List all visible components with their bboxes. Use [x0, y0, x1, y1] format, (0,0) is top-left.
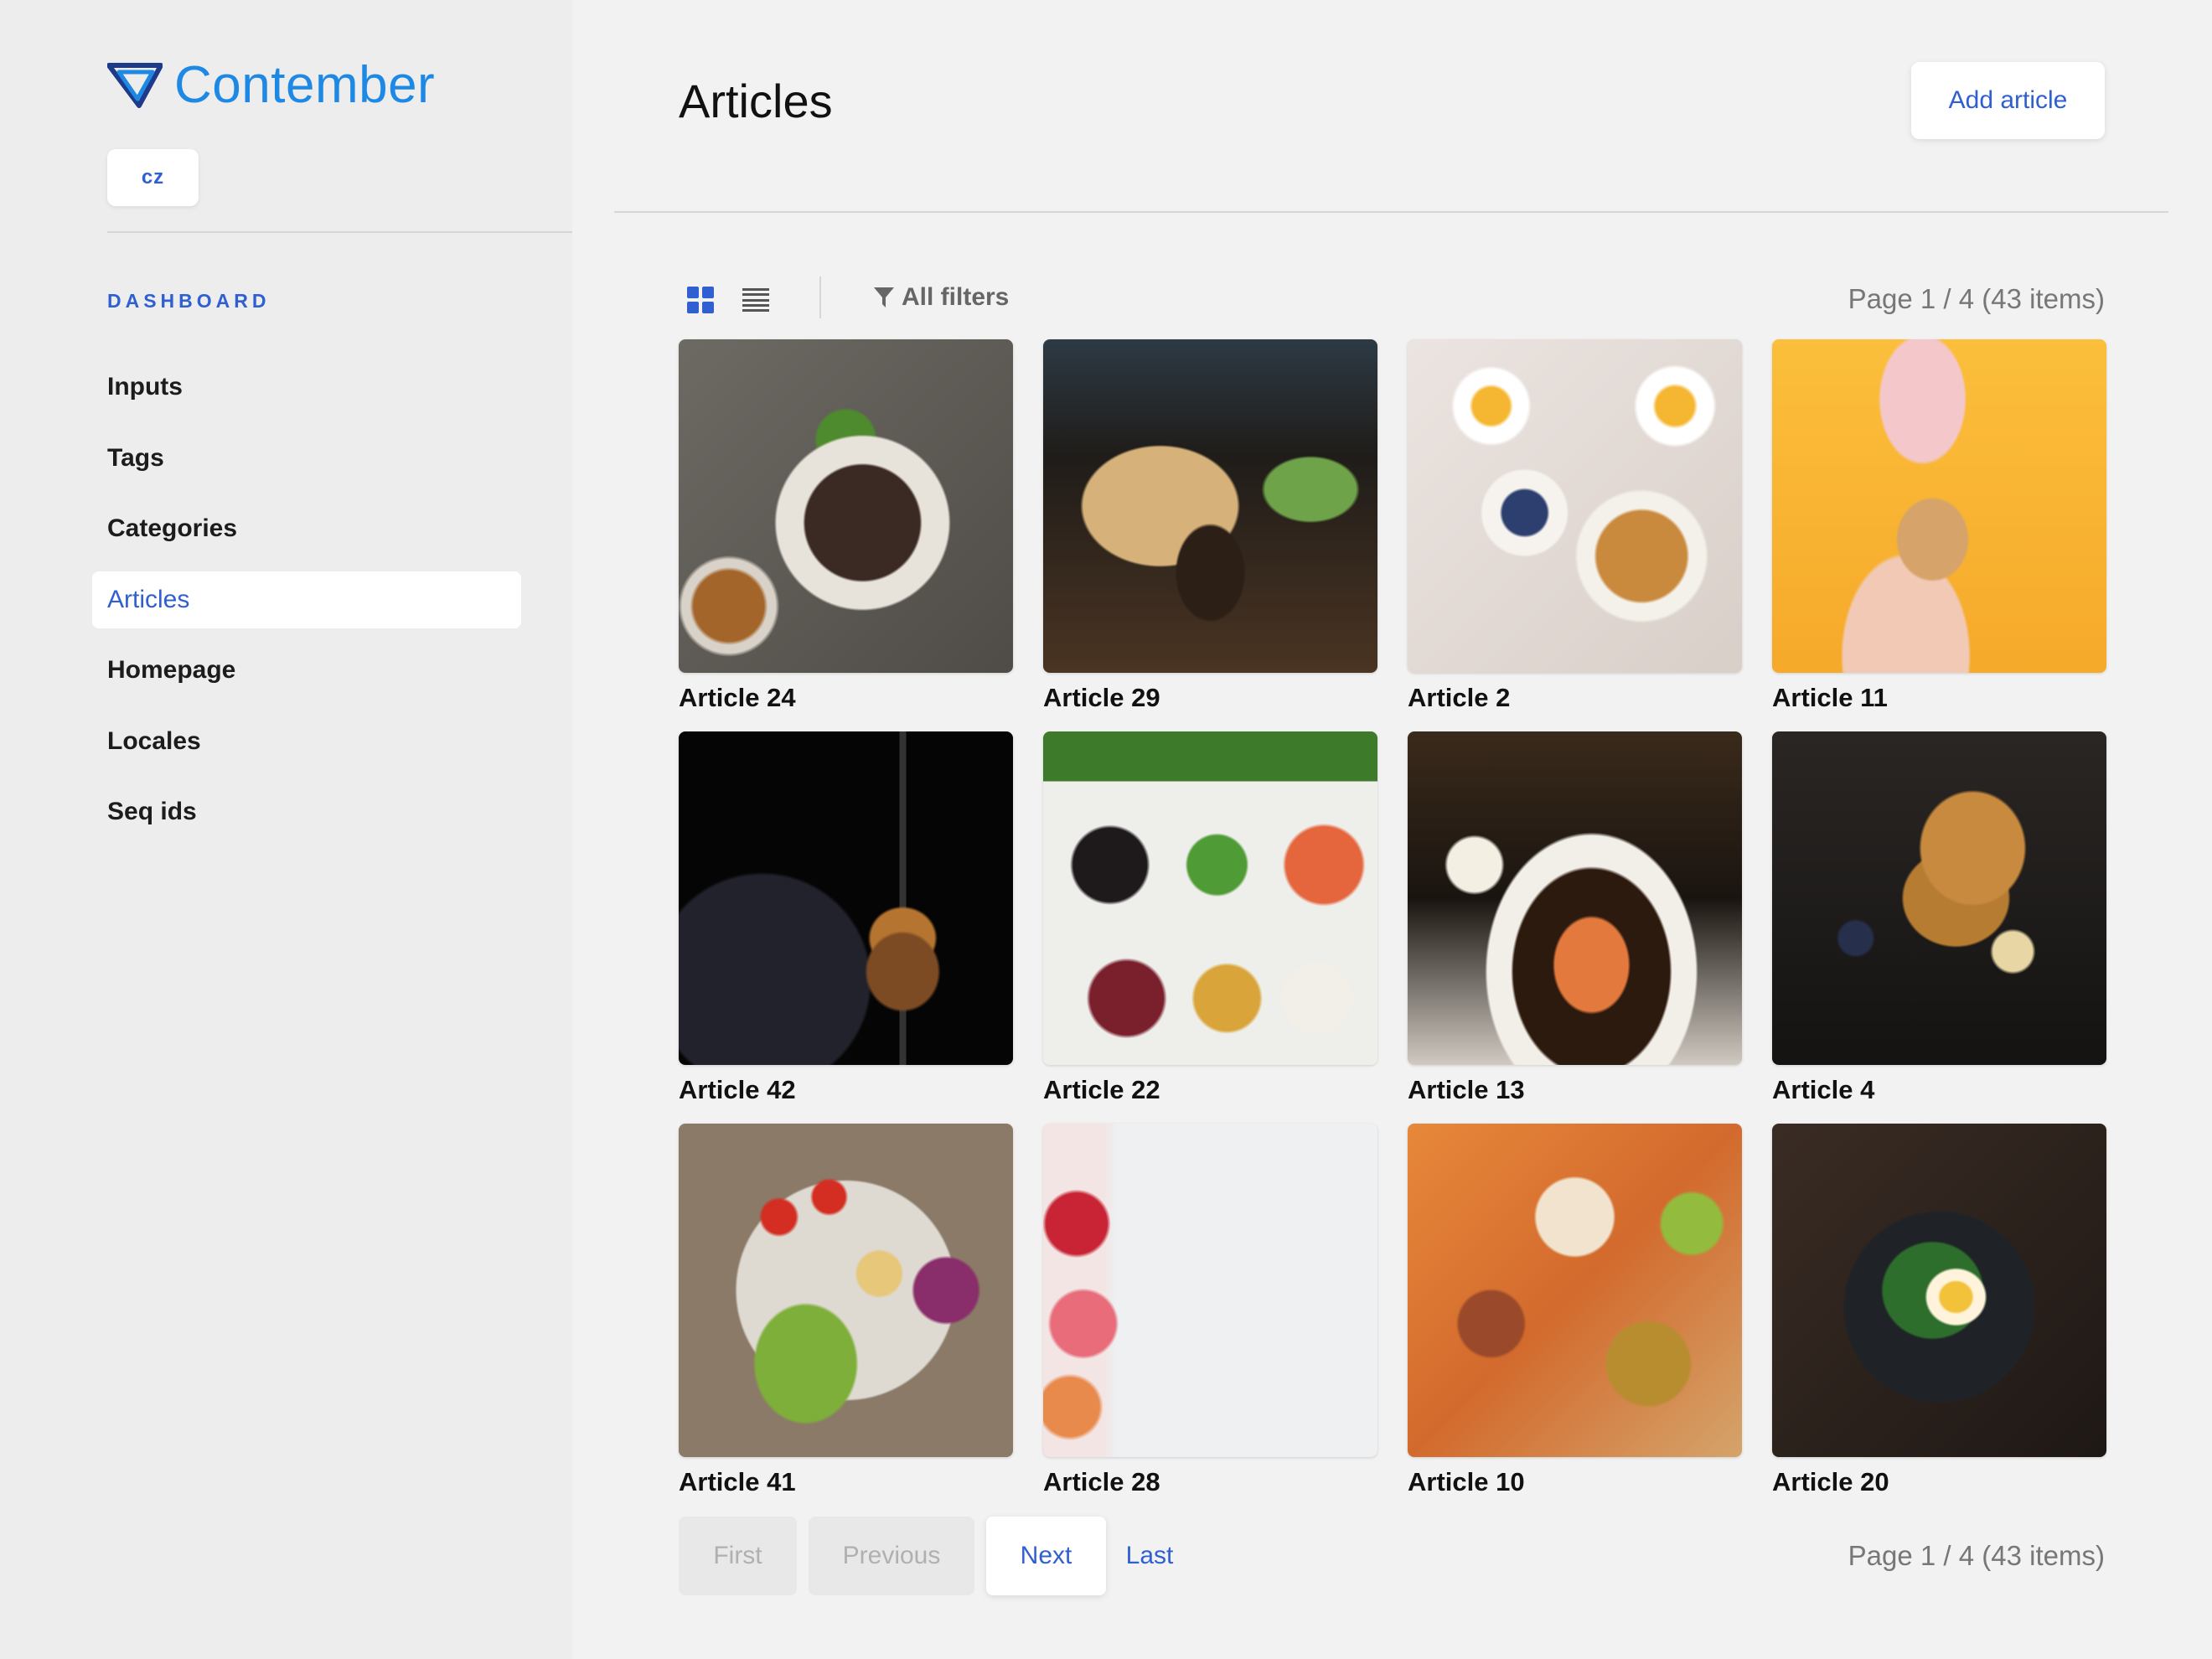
article-thumbnail[interactable]: [679, 339, 1013, 673]
article-title: Article 10: [1408, 1467, 1525, 1496]
sidebar-item-homepage[interactable]: Homepage: [92, 642, 521, 699]
article-title: Article 24: [679, 683, 796, 712]
article-card[interactable]: Article 11: [1772, 339, 2106, 731]
article-thumbnail[interactable]: [1772, 339, 2106, 673]
page-info-top: Page 1 / 4 (43 items): [1848, 283, 2105, 314]
article-thumbnail[interactable]: [1408, 1124, 1742, 1457]
article-card[interactable]: Article 4: [1772, 731, 2106, 1124]
article-thumbnail[interactable]: [1043, 339, 1377, 673]
brand-name: Contember: [174, 56, 436, 114]
logo[interactable]: Contember: [107, 55, 435, 115]
article-thumbnail[interactable]: [679, 731, 1013, 1065]
article-title: Article 4: [1772, 1075, 1875, 1104]
sidebar-item-articles[interactable]: Articles: [92, 571, 521, 628]
sidebar-divider: [107, 231, 572, 233]
article-thumbnail[interactable]: [1043, 731, 1377, 1065]
article-card[interactable]: Article 22: [1043, 731, 1377, 1124]
article-card[interactable]: Article 13: [1408, 731, 1742, 1124]
list-icon[interactable]: [742, 288, 769, 312]
article-title: Article 2: [1408, 683, 1511, 712]
article-title: Article 42: [679, 1075, 796, 1104]
article-card[interactable]: Article 20: [1772, 1124, 2106, 1516]
sidebar-item-seq-ids[interactable]: Seq ids: [92, 783, 521, 840]
article-thumbnail[interactable]: [1408, 339, 1742, 673]
article-card[interactable]: Article 10: [1408, 1124, 1742, 1516]
toolbar: All filters Page 1 / 4 (43 items): [679, 276, 2105, 318]
article-title: Article 22: [1043, 1075, 1160, 1104]
article-thumbnail[interactable]: [1772, 731, 2106, 1065]
article-grid: Article 24 Article 29 Article 2 Article …: [679, 339, 2106, 1516]
sidebar-nav: Inputs Tags Categories Articles Homepage…: [92, 359, 521, 855]
article-card[interactable]: Article 41: [679, 1124, 1013, 1516]
grid-icon[interactable]: [687, 287, 714, 313]
sidebar-item-inputs[interactable]: Inputs: [92, 359, 521, 416]
all-filters-button[interactable]: All filters: [873, 283, 1009, 312]
sidebar-item-tags[interactable]: Tags: [92, 430, 521, 487]
page-title: Articles: [679, 75, 833, 127]
last-page-button[interactable]: Last: [1115, 1517, 1184, 1595]
article-title: Article 11: [1772, 683, 1888, 712]
filter-icon: [874, 287, 894, 308]
sidebar: Contember cz DASHBOARD Inputs Tags Categ…: [0, 0, 572, 1659]
article-thumbnail[interactable]: [679, 1124, 1013, 1457]
toolbar-separator: [819, 276, 821, 318]
all-filters-label: All filters: [902, 283, 1010, 311]
contember-logo-icon: [107, 62, 163, 108]
first-page-button[interactable]: First: [679, 1517, 797, 1595]
previous-page-button[interactable]: Previous: [809, 1517, 974, 1595]
article-thumbnail[interactable]: [1043, 1124, 1377, 1457]
article-title: Article 29: [1043, 683, 1160, 712]
article-card[interactable]: Article 29: [1043, 339, 1377, 731]
article-card[interactable]: Article 24: [679, 339, 1013, 731]
page-info-bottom: Page 1 / 4 (43 items): [1848, 1540, 2105, 1571]
sidebar-section-title: DASHBOARD: [107, 290, 271, 312]
article-title: Article 41: [679, 1467, 796, 1496]
article-title: Article 20: [1772, 1467, 1889, 1496]
add-article-button[interactable]: Add article: [1911, 62, 2105, 139]
article-card[interactable]: Article 2: [1408, 339, 1742, 731]
pagination: First Previous Next Last Page 1 / 4 (43 …: [679, 1517, 2105, 1595]
article-card[interactable]: Article 28: [1043, 1124, 1377, 1516]
article-title: Article 13: [1408, 1075, 1525, 1104]
article-thumbnail[interactable]: [1408, 731, 1742, 1065]
article-thumbnail[interactable]: [1772, 1124, 2106, 1457]
main-content: Articles Add article All filters Page 1 …: [572, 0, 2212, 1659]
header-divider: [614, 211, 2168, 213]
article-card[interactable]: Article 42: [679, 731, 1013, 1124]
sidebar-item-locales[interactable]: Locales: [92, 713, 521, 770]
article-title: Article 28: [1043, 1467, 1160, 1496]
next-page-button[interactable]: Next: [986, 1517, 1106, 1595]
sidebar-item-categories[interactable]: Categories: [92, 500, 521, 557]
locale-switcher-button[interactable]: cz: [107, 149, 199, 206]
